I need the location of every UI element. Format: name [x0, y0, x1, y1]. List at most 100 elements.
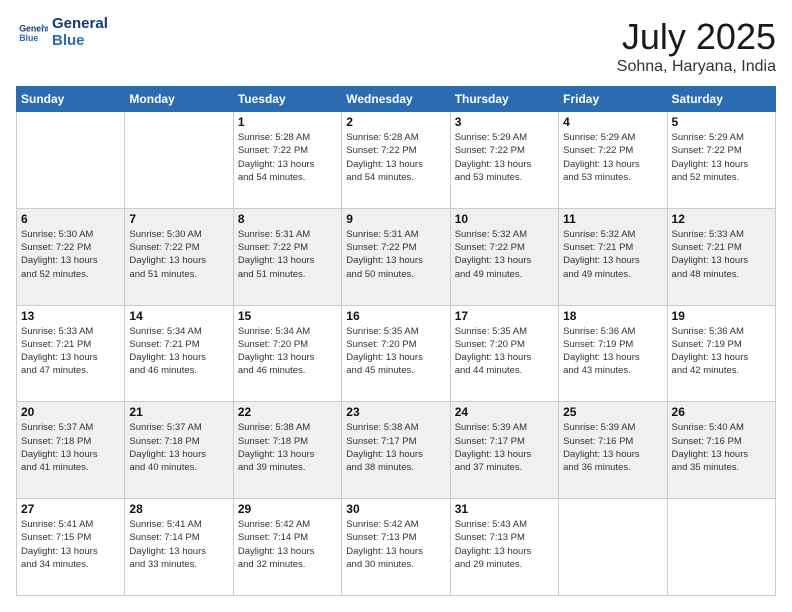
day-number: 22 — [238, 405, 337, 419]
day-number: 7 — [129, 212, 228, 226]
day-number: 25 — [563, 405, 662, 419]
day-info: Sunrise: 5:41 AM Sunset: 7:14 PM Dayligh… — [129, 518, 228, 571]
day-info: Sunrise: 5:34 AM Sunset: 7:20 PM Dayligh… — [238, 325, 337, 378]
day-number: 20 — [21, 405, 120, 419]
day-number: 2 — [346, 115, 445, 129]
day-info: Sunrise: 5:38 AM Sunset: 7:18 PM Dayligh… — [238, 421, 337, 474]
day-info: Sunrise: 5:32 AM Sunset: 7:22 PM Dayligh… — [455, 228, 554, 281]
day-number: 14 — [129, 309, 228, 323]
weekday-header-monday: Monday — [125, 87, 233, 112]
calendar-cell: 16 Sunrise: 5:35 AM Sunset: 7:20 PM Dayli… — [342, 305, 450, 402]
day-number: 13 — [21, 309, 120, 323]
day-number: 26 — [672, 405, 771, 419]
calendar-cell: 23 Sunrise: 5:38 AM Sunset: 7:17 PM Dayli… — [342, 402, 450, 499]
day-info: Sunrise: 5:28 AM Sunset: 7:22 PM Dayligh… — [238, 131, 337, 184]
day-info: Sunrise: 5:36 AM Sunset: 7:19 PM Dayligh… — [563, 325, 662, 378]
calendar-cell: 1 Sunrise: 5:28 AM Sunset: 7:22 PM Daylig… — [233, 112, 341, 209]
day-info: Sunrise: 5:37 AM Sunset: 7:18 PM Dayligh… — [129, 421, 228, 474]
day-number: 28 — [129, 502, 228, 516]
calendar-cell: 24 Sunrise: 5:39 AM Sunset: 7:17 PM Dayli… — [450, 402, 558, 499]
calendar-cell: 7 Sunrise: 5:30 AM Sunset: 7:22 PM Daylig… — [125, 208, 233, 305]
day-number: 31 — [455, 502, 554, 516]
day-number: 17 — [455, 309, 554, 323]
calendar-cell: 9Sunrise: 5:31 AM Sunset: 7:22 PM Daylig… — [342, 208, 450, 305]
day-info: Sunrise: 5:33 AM Sunset: 7:21 PM Dayligh… — [21, 325, 120, 378]
weekday-header-sunday: Sunday — [17, 87, 125, 112]
calendar-cell — [667, 499, 775, 596]
calendar-cell: 25 Sunrise: 5:39 AM Sunset: 7:16 PM Dayli… — [559, 402, 667, 499]
day-info: Sunrise: 5:35 AM Sunset: 7:20 PM Dayligh… — [455, 325, 554, 378]
svg-text:Blue: Blue — [19, 33, 38, 43]
day-number: 5 — [672, 115, 771, 129]
day-number: 30 — [346, 502, 445, 516]
day-info: Sunrise: 5:31 AM Sunset: 7:22 PM Dayligh… — [238, 228, 337, 281]
day-info: Sunrise: 5:39 AM Sunset: 7:16 PM Dayligh… — [563, 421, 662, 474]
logo: General Blue General Blue — [16, 16, 108, 49]
calendar-cell: 28 Sunrise: 5:41 AM Sunset: 7:14 PM Dayli… — [125, 499, 233, 596]
day-info: Sunrise: 5:36 AM Sunset: 7:19 PM Dayligh… — [672, 325, 771, 378]
day-info: Sunrise: 5:37 AM Sunset: 7:18 PM Dayligh… — [21, 421, 120, 474]
day-info: Sunrise: 5:42 AM Sunset: 7:13 PM Dayligh… — [346, 518, 445, 571]
logo-text: General Blue — [52, 16, 108, 49]
month-title: July 2025 — [617, 16, 776, 58]
day-info: Sunrise: 5:33 AM Sunset: 7:21 PM Dayligh… — [672, 228, 771, 281]
calendar-cell: 13 Sunrise: 5:33 AM Sunset: 7:21 PM Dayli… — [17, 305, 125, 402]
day-info: Sunrise: 5:34 AM Sunset: 7:21 PM Dayligh… — [129, 325, 228, 378]
calendar-cell: 20 Sunrise: 5:37 AM Sunset: 7:18 PM Dayli… — [17, 402, 125, 499]
day-info: Sunrise: 5:39 AM Sunset: 7:17 PM Dayligh… — [455, 421, 554, 474]
calendar-cell — [559, 499, 667, 596]
day-number: 24 — [455, 405, 554, 419]
calendar-cell: 31 Sunrise: 5:43 AM Sunset: 7:13 PM Dayli… — [450, 499, 558, 596]
day-info: Sunrise: 5:28 AM Sunset: 7:22 PM Dayligh… — [346, 131, 445, 184]
day-number: 27 — [21, 502, 120, 516]
calendar-cell: 4 Sunrise: 5:29 AM Sunset: 7:22 PM Daylig… — [559, 112, 667, 209]
calendar-cell: 19Sunrise: 5:36 AM Sunset: 7:19 PM Dayli… — [667, 305, 775, 402]
day-number: 6 — [21, 212, 120, 226]
calendar-cell: 29Sunrise: 5:42 AM Sunset: 7:14 PM Dayli… — [233, 499, 341, 596]
calendar-cell: 15 Sunrise: 5:34 AM Sunset: 7:20 PM Dayli… — [233, 305, 341, 402]
calendar-cell: 14 Sunrise: 5:34 AM Sunset: 7:21 PM Dayli… — [125, 305, 233, 402]
calendar-cell: 3Sunrise: 5:29 AM Sunset: 7:22 PM Daylig… — [450, 112, 558, 209]
calendar-cell: 2 Sunrise: 5:28 AM Sunset: 7:22 PM Daylig… — [342, 112, 450, 209]
day-info: Sunrise: 5:42 AM Sunset: 7:14 PM Dayligh… — [238, 518, 337, 571]
calendar-cell: 27 Sunrise: 5:41 AM Sunset: 7:15 PM Dayli… — [17, 499, 125, 596]
day-info: Sunrise: 5:41 AM Sunset: 7:15 PM Dayligh… — [21, 518, 120, 571]
day-info: Sunrise: 5:29 AM Sunset: 7:22 PM Dayligh… — [563, 131, 662, 184]
day-number: 23 — [346, 405, 445, 419]
day-number: 21 — [129, 405, 228, 419]
calendar-cell: 30 Sunrise: 5:42 AM Sunset: 7:13 PM Dayli… — [342, 499, 450, 596]
day-number: 11 — [563, 212, 662, 226]
calendar-cell: 6 Sunrise: 5:30 AM Sunset: 7:22 PM Daylig… — [17, 208, 125, 305]
day-info: Sunrise: 5:43 AM Sunset: 7:13 PM Dayligh… — [455, 518, 554, 571]
day-number: 12 — [672, 212, 771, 226]
weekday-header-friday: Friday — [559, 87, 667, 112]
calendar-cell: 17 Sunrise: 5:35 AM Sunset: 7:20 PM Dayli… — [450, 305, 558, 402]
day-info: Sunrise: 5:38 AM Sunset: 7:17 PM Dayligh… — [346, 421, 445, 474]
day-info: Sunrise: 5:40 AM Sunset: 7:16 PM Dayligh… — [672, 421, 771, 474]
day-number: 18 — [563, 309, 662, 323]
day-number: 15 — [238, 309, 337, 323]
weekday-header-saturday: Saturday — [667, 87, 775, 112]
day-info: Sunrise: 5:30 AM Sunset: 7:22 PM Dayligh… — [21, 228, 120, 281]
day-info: Sunrise: 5:30 AM Sunset: 7:22 PM Dayligh… — [129, 228, 228, 281]
calendar-cell: 22 Sunrise: 5:38 AM Sunset: 7:18 PM Dayli… — [233, 402, 341, 499]
logo-icon: General Blue — [16, 17, 48, 49]
day-number: 8 — [238, 212, 337, 226]
calendar-cell — [125, 112, 233, 209]
location-title: Sohna, Haryana, India — [617, 58, 776, 76]
day-number: 1 — [238, 115, 337, 129]
calendar-cell: 21 Sunrise: 5:37 AM Sunset: 7:18 PM Dayli… — [125, 402, 233, 499]
day-info: Sunrise: 5:31 AM Sunset: 7:22 PM Dayligh… — [346, 228, 445, 281]
calendar-cell: 8 Sunrise: 5:31 AM Sunset: 7:22 PM Daylig… — [233, 208, 341, 305]
weekday-header-thursday: Thursday — [450, 87, 558, 112]
day-info: Sunrise: 5:32 AM Sunset: 7:21 PM Dayligh… — [563, 228, 662, 281]
header: General Blue General Blue July 2025 Sohn… — [16, 16, 776, 76]
day-number: 16 — [346, 309, 445, 323]
svg-text:General: General — [19, 23, 48, 33]
day-info: Sunrise: 5:29 AM Sunset: 7:22 PM Dayligh… — [672, 131, 771, 184]
day-number: 4 — [563, 115, 662, 129]
day-info: Sunrise: 5:35 AM Sunset: 7:20 PM Dayligh… — [346, 325, 445, 378]
calendar-cell — [17, 112, 125, 209]
calendar-cell: 18 Sunrise: 5:36 AM Sunset: 7:19 PM Dayli… — [559, 305, 667, 402]
day-number: 3 — [455, 115, 554, 129]
